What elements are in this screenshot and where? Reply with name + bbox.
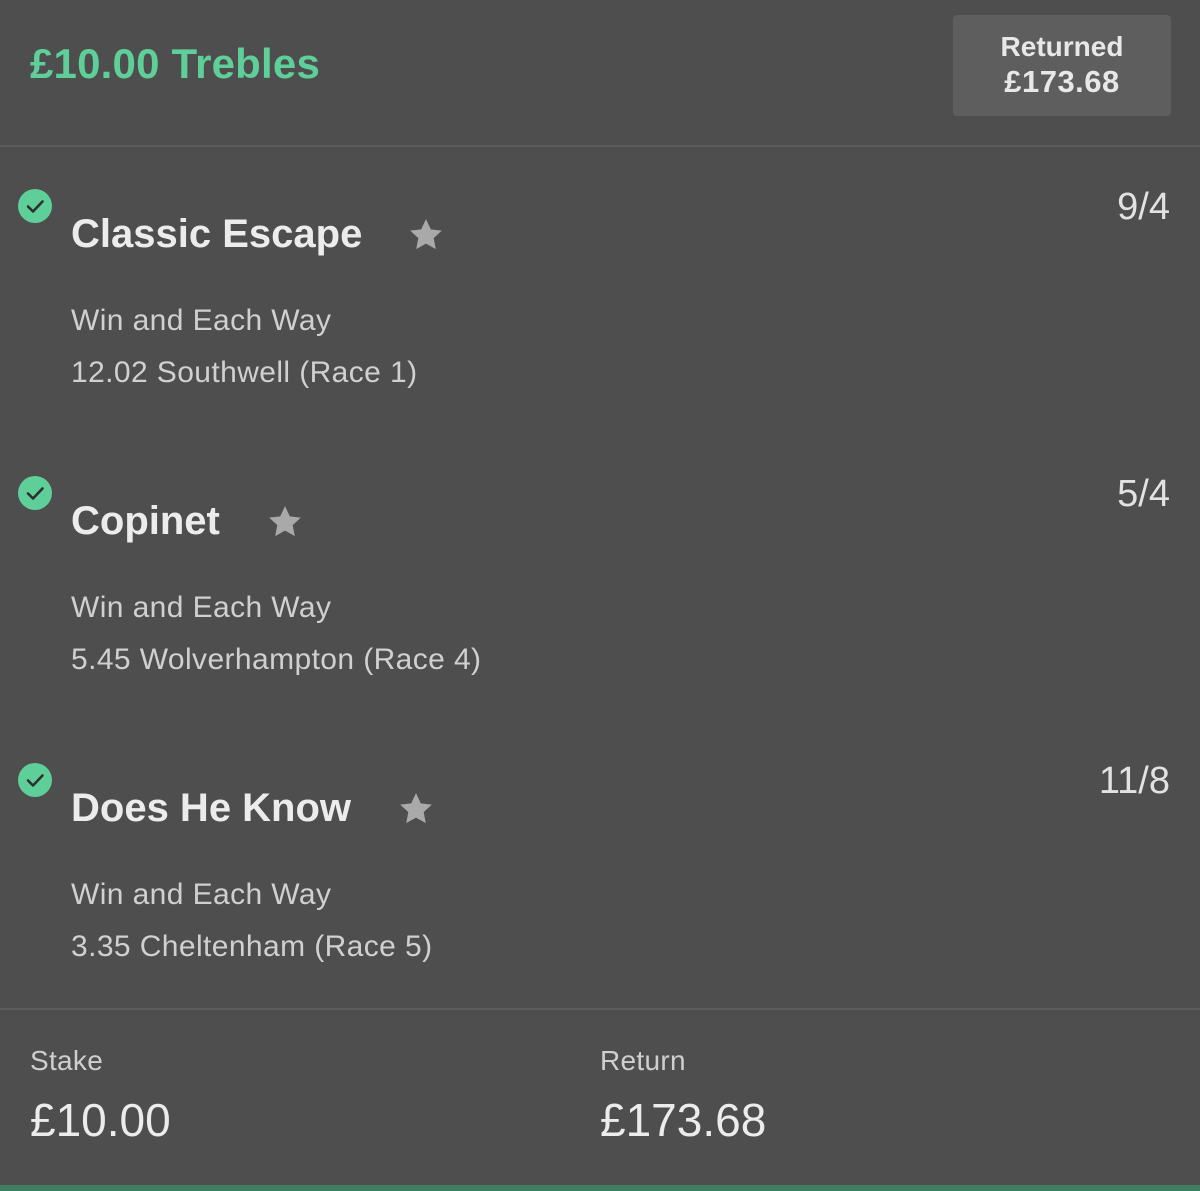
selection-name: Classic Escape <box>71 212 363 256</box>
selection-odds: 11/8 <box>1098 760 1170 802</box>
star-icon[interactable] <box>406 215 446 255</box>
check-circle-icon <box>18 763 52 797</box>
stake-label: Stake <box>30 1045 104 1076</box>
return-label: Return <box>600 1045 686 1076</box>
selection-event: 5.45 Wolverhampton (Race 4) <box>71 643 482 676</box>
selection-market: Win and Each Way <box>71 878 332 911</box>
selection-market: Win and Each Way <box>71 591 332 624</box>
selection-name: Does He Know <box>71 786 352 830</box>
footer-divider <box>0 1008 1200 1010</box>
selection-row: Classic Escape 9/4 Win and Each Way 12.0… <box>0 150 1200 410</box>
bet-header: £10.00 Trebles Returned £173.68 <box>0 0 1200 145</box>
selection-market: Win and Each Way <box>71 304 332 337</box>
returned-label: Returned <box>1000 31 1124 62</box>
returned-amount: £173.68 <box>1004 64 1120 99</box>
check-circle-icon <box>18 476 52 510</box>
star-icon[interactable] <box>396 789 436 829</box>
check-circle-icon <box>18 189 52 223</box>
returned-badge: Returned £173.68 <box>953 15 1171 116</box>
selection-name: Copinet <box>71 499 220 543</box>
selection-row: Does He Know 11/8 Win and Each Way 3.35 … <box>0 724 1200 984</box>
stake-value: £10.00 <box>30 1094 171 1146</box>
bottom-accent-bar <box>0 1185 1200 1191</box>
selection-event: 3.35 Cheltenham (Race 5) <box>71 930 433 963</box>
bet-title: £10.00 Trebles <box>30 40 321 87</box>
selection-event: 12.02 Southwell (Race 1) <box>71 356 418 389</box>
selection-odds: 5/4 <box>1117 473 1170 515</box>
selection-row: Copinet 5/4 Win and Each Way 5.45 Wolver… <box>0 437 1200 697</box>
header-divider <box>0 145 1200 147</box>
return-value: £173.68 <box>600 1094 767 1146</box>
star-icon[interactable] <box>265 502 305 542</box>
selection-odds: 9/4 <box>1117 186 1170 228</box>
